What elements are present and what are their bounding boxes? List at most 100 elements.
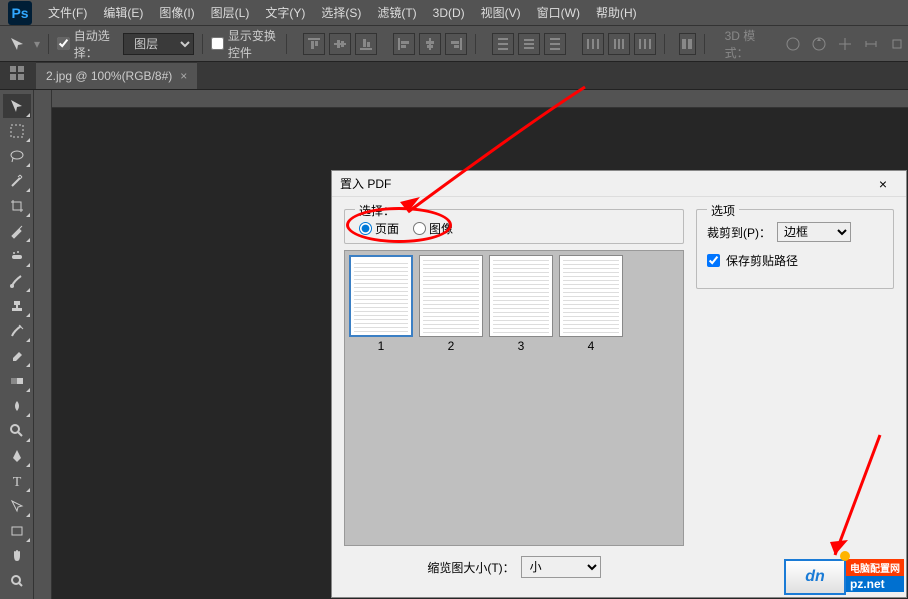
radio-image-input[interactable] — [413, 222, 426, 235]
gradient-tool[interactable] — [3, 369, 31, 393]
dodge-tool[interactable] — [3, 419, 31, 443]
page-thumb-3[interactable]: 3 — [489, 255, 553, 353]
options-bar: ▾ 自动选择： 图层 显示变换控件 3D 模式： — [0, 26, 908, 62]
distribute-right-icon[interactable] — [634, 33, 656, 55]
page-thumb-2[interactable]: 2 — [419, 255, 483, 353]
move-tool[interactable] — [3, 94, 31, 118]
ruler-horizontal — [52, 90, 908, 108]
menu-view[interactable]: 视图(V) — [473, 0, 529, 25]
auto-select-input[interactable] — [57, 37, 70, 50]
menu-edit[interactable]: 编辑(E) — [95, 0, 151, 25]
align-bottom-icon[interactable] — [355, 33, 377, 55]
page-thumb-2-img[interactable] — [419, 255, 483, 337]
stamp-tool[interactable] — [3, 294, 31, 318]
thumbnail-size-select[interactable]: 小 — [521, 556, 601, 578]
watermark-net: pz.net — [846, 576, 904, 592]
3d-orbit-icon[interactable] — [782, 33, 804, 55]
brush-tool[interactable] — [3, 269, 31, 293]
history-brush-tool[interactable] — [3, 319, 31, 343]
radio-page-input[interactable] — [359, 222, 372, 235]
menu-filter[interactable]: 滤镜(T) — [369, 0, 424, 25]
align-top-icon[interactable] — [303, 33, 325, 55]
3d-mode-group — [782, 33, 908, 55]
menu-file[interactable]: 文件(F) — [40, 0, 95, 25]
svg-text:T: T — [12, 475, 21, 489]
ruler-vertical — [34, 90, 52, 599]
page-thumb-3-label: 3 — [489, 339, 553, 353]
menu-select[interactable]: 选择(S) — [313, 0, 369, 25]
marquee-tool[interactable] — [3, 119, 31, 143]
dialog-titlebar[interactable]: 置入 PDF × — [332, 171, 906, 197]
menu-image[interactable]: 图像(I) — [151, 0, 202, 25]
show-transform-input[interactable] — [211, 37, 224, 50]
move-tool-icon[interactable] — [8, 34, 26, 54]
show-transform-checkbox[interactable]: 显示变换控件 — [211, 27, 278, 61]
distribute-hcenter-icon[interactable] — [608, 33, 630, 55]
path-tool[interactable] — [3, 494, 31, 518]
align-left-icon[interactable] — [393, 33, 415, 55]
distribute-top-icon[interactable] — [492, 33, 514, 55]
options-group-label: 选项 — [707, 202, 739, 219]
zoom-tool[interactable] — [3, 569, 31, 593]
3d-scale-icon[interactable] — [886, 33, 908, 55]
menu-help[interactable]: 帮助(H) — [588, 0, 645, 25]
app-logo: Ps — [8, 1, 32, 25]
page-thumb-1-img[interactable] — [349, 255, 413, 337]
page-thumb-1[interactable]: 1 — [349, 255, 413, 353]
auto-align-icon[interactable] — [679, 33, 696, 55]
align-group-2 — [393, 33, 467, 55]
lasso-tool[interactable] — [3, 144, 31, 168]
preserve-clip-checkbox[interactable]: 保存剪贴路径 — [707, 252, 883, 269]
align-group-1 — [303, 33, 377, 55]
show-transform-label: 显示变换控件 — [228, 27, 278, 61]
eraser-tool[interactable] — [3, 344, 31, 368]
preserve-clip-label: 保存剪贴路径 — [726, 252, 798, 269]
document-tab-close[interactable]: × — [180, 69, 187, 83]
auto-select-checkbox[interactable]: 自动选择： — [57, 27, 115, 61]
preserve-clip-input[interactable] — [707, 254, 720, 267]
document-tab[interactable]: 2.jpg @ 100%(RGB/8#) × — [36, 62, 197, 89]
crop-to-select[interactable]: 边框 — [777, 222, 851, 242]
page-thumb-4-img[interactable] — [559, 255, 623, 337]
menu-3d[interactable]: 3D(D) — [425, 2, 473, 24]
type-tool[interactable]: T — [3, 469, 31, 493]
watermark-logo: dn — [784, 559, 846, 595]
distribute-vcenter-icon[interactable] — [518, 33, 540, 55]
hand-tool[interactable] — [3, 544, 31, 568]
rectangle-tool[interactable] — [3, 519, 31, 543]
page-thumb-1-label: 1 — [349, 339, 413, 353]
page-thumb-4[interactable]: 4 — [559, 255, 623, 353]
toolbox: T — [0, 90, 34, 599]
blur-tool[interactable] — [3, 394, 31, 418]
3d-pan-icon[interactable] — [834, 33, 856, 55]
radio-page[interactable]: 页面 — [359, 220, 399, 237]
wand-tool[interactable] — [3, 169, 31, 193]
align-vcenter-icon[interactable] — [329, 33, 351, 55]
radio-image[interactable]: 图像 — [413, 220, 453, 237]
thumbnail-size-row: 缩览图大小(T)： 小 — [344, 556, 684, 578]
crop-tool[interactable] — [3, 194, 31, 218]
3d-roll-icon[interactable] — [808, 33, 830, 55]
tab-bar: 2.jpg @ 100%(RGB/8#) × — [0, 62, 908, 90]
3d-slide-icon[interactable] — [860, 33, 882, 55]
menu-layer[interactable]: 图层(L) — [203, 0, 258, 25]
healing-tool[interactable] — [3, 244, 31, 268]
align-hcenter-icon[interactable] — [419, 33, 441, 55]
dialog-close-button[interactable]: × — [868, 174, 898, 194]
distribute-group-1 — [492, 33, 566, 55]
page-thumb-3-img[interactable] — [489, 255, 553, 337]
distribute-bottom-icon[interactable] — [544, 33, 566, 55]
watermark: dn 电脑配置网 pz.net — [784, 559, 904, 595]
thumbnail-size-label: 缩览图大小(T)： — [427, 559, 514, 576]
distribute-left-icon[interactable] — [582, 33, 604, 55]
menu-window[interactable]: 窗口(W) — [529, 0, 588, 25]
align-right-icon[interactable] — [445, 33, 467, 55]
page-thumbnail-list[interactable]: 1 2 3 4 — [344, 250, 684, 546]
tab-home-icon[interactable] — [8, 64, 30, 86]
pen-tool[interactable] — [3, 444, 31, 468]
dialog-left-pane: 选择： 页面 图像 1 — [332, 197, 696, 597]
menu-type[interactable]: 文字(Y) — [257, 0, 313, 25]
auto-select-target[interactable]: 图层 — [123, 33, 194, 55]
page-thumb-4-label: 4 — [559, 339, 623, 353]
eyedropper-tool[interactable] — [3, 219, 31, 243]
